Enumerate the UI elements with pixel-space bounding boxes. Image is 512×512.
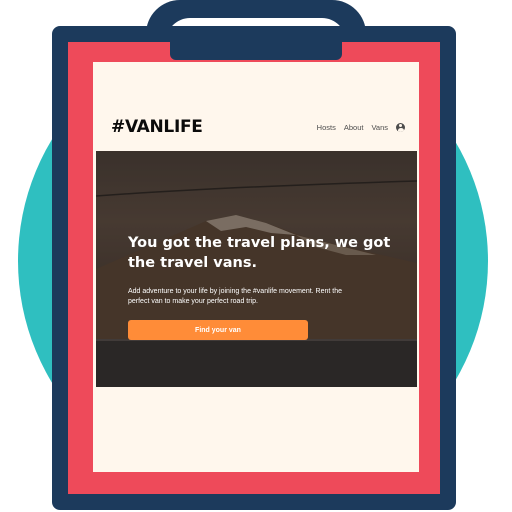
nav-links: Hosts About Vans — [317, 122, 405, 132]
webpage-mockup: #VANLIFE Hosts About Vans You got the tr… — [93, 62, 419, 472]
navbar: #VANLIFE Hosts About Vans — [111, 116, 405, 138]
site-logo[interactable]: #VANLIFE — [111, 117, 203, 137]
nav-link-hosts[interactable]: Hosts — [317, 123, 336, 132]
hero-description: Add adventure to your life by joining th… — [128, 288, 343, 305]
clipboard-clip-base — [170, 30, 342, 60]
hero-title: You got the travel plans, we got the tra… — [128, 235, 391, 271]
user-circle-icon[interactable] — [396, 122, 405, 132]
nav-link-vans[interactable]: Vans — [371, 123, 388, 132]
hero-content: You got the travel plans, we got the tra… — [128, 233, 398, 340]
clipboard-illustration: #VANLIFE Hosts About Vans You got the tr… — [0, 0, 512, 512]
hero-banner: You got the travel plans, we got the tra… — [96, 151, 417, 387]
find-your-van-button[interactable]: Find your van — [128, 320, 308, 340]
nav-link-about[interactable]: About — [344, 123, 364, 132]
